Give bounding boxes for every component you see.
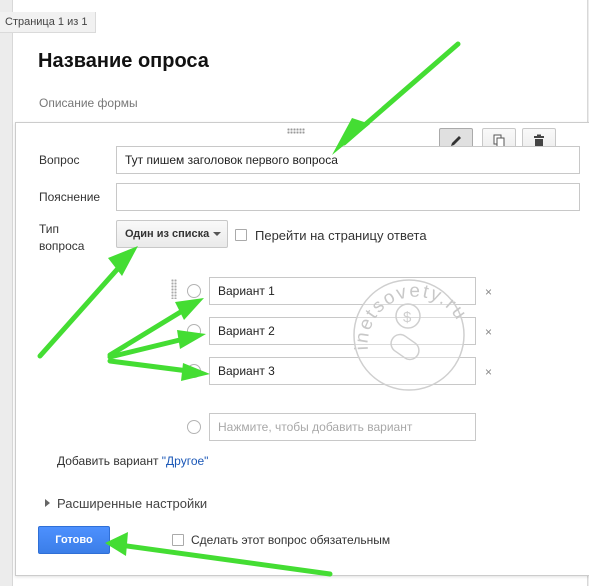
question-type-value: Один из списка (125, 228, 210, 240)
add-other-prefix: Добавить вариант (57, 454, 162, 468)
required-checkbox[interactable] (172, 534, 184, 546)
chevron-down-icon (213, 232, 221, 236)
page-indicator: Страница 1 из 1 (0, 12, 97, 33)
question-type-label-line1: Тип (39, 222, 60, 236)
add-other-link[interactable]: "Другое" (162, 454, 209, 468)
expand-triangle-icon[interactable] (45, 499, 50, 507)
required-label: Сделать этот вопрос обязательным (191, 533, 391, 547)
help-text-input[interactable] (116, 183, 580, 211)
form-title[interactable]: Название опроса (38, 50, 209, 73)
option-drag-handle-icon[interactable] (171, 279, 177, 299)
question-type-label: Тип вопроса (39, 221, 84, 255)
question-label: Вопрос (39, 153, 80, 167)
option-radio-icon (187, 284, 201, 298)
option-input-1[interactable]: Вариант 1 (209, 277, 476, 305)
help-text-label: Пояснение (39, 190, 101, 204)
add-other-option: Добавить вариант "Другое" (57, 454, 208, 468)
done-button[interactable]: Готово (38, 526, 110, 554)
option-input-3[interactable]: Вариант 3 (209, 357, 476, 385)
remove-option-3-button[interactable]: × (485, 365, 492, 379)
option-input-2[interactable]: Вариант 2 (209, 317, 476, 345)
form-description[interactable]: Описание формы (39, 96, 138, 110)
add-option-input[interactable]: Нажмите, чтобы добавить вариант (209, 413, 476, 441)
question-type-select[interactable]: Один из списка (116, 220, 228, 248)
remove-option-2-button[interactable]: × (485, 325, 492, 339)
question-type-label-line2: вопроса (39, 239, 85, 253)
advanced-settings-toggle[interactable]: Расширенные настройки (57, 496, 207, 511)
option-radio-icon (187, 324, 201, 338)
question-title-input[interactable]: Тут пишем заголовок первого вопроса (116, 146, 580, 174)
goto-page-label: Перейти на страницу ответа (255, 228, 427, 243)
option-radio-icon (187, 420, 201, 434)
goto-page-checkbox[interactable] (235, 229, 247, 241)
drag-handle-icon[interactable] (287, 128, 305, 134)
remove-option-1-button[interactable]: × (485, 285, 492, 299)
option-radio-icon (187, 364, 201, 378)
